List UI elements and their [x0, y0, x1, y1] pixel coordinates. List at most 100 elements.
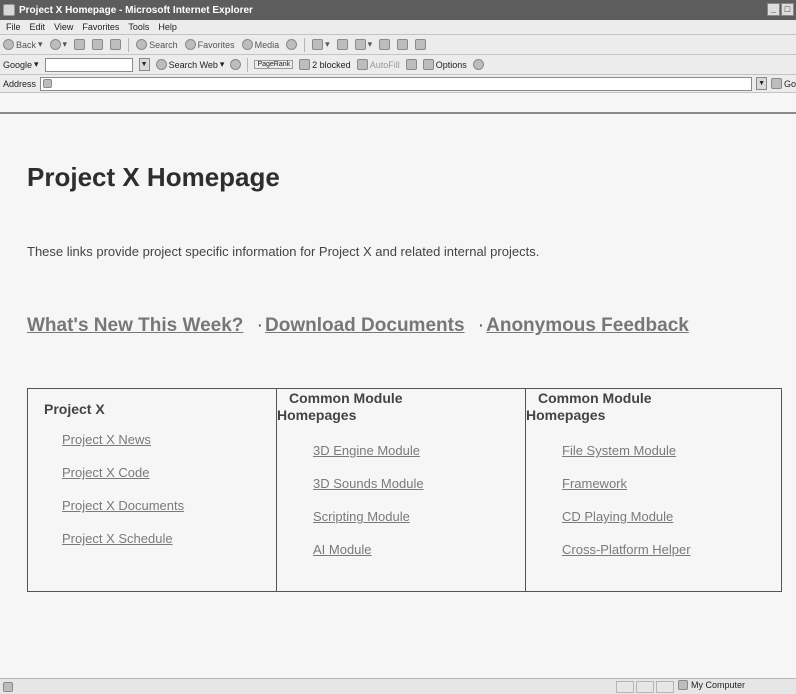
binoculars-icon: [155, 59, 167, 70]
menu-view[interactable]: View: [54, 22, 73, 32]
address-input[interactable]: [40, 76, 753, 91]
list-item: Scripting Module: [313, 509, 424, 542]
mail-button[interactable]: ▾: [312, 39, 330, 50]
cd-playing-module-link[interactable]: CD Playing Module: [562, 509, 673, 524]
link-list: Project X News Project X Code Project X …: [62, 432, 184, 564]
edit-button[interactable]: ▾: [354, 39, 372, 50]
home-icon[interactable]: [110, 39, 122, 50]
back-button[interactable]: Back ▾: [3, 39, 43, 50]
ie-app-icon: [3, 4, 15, 16]
maximize-button[interactable]: □: [781, 3, 794, 16]
page-viewport: Project X Homepage These links provide p…: [0, 112, 796, 678]
window-controls: _ □: [767, 3, 794, 16]
primary-nav: What's New This Week? · Download Document…: [27, 315, 689, 337]
minimize-button[interactable]: _: [767, 3, 780, 16]
common-modules-column-1: Common Module Homepages 3D Engine Module…: [277, 389, 526, 591]
page-icon: [43, 79, 53, 88]
standard-toolbar: Back ▾ ▾ Search Favorites Media ▾ ▾: [0, 35, 796, 55]
list-item: File System Module: [562, 443, 691, 476]
autofill-button[interactable]: AutoFill: [356, 59, 400, 70]
whats-new-link[interactable]: What's New This Week?: [27, 315, 243, 336]
zone-label: My Computer: [691, 680, 746, 690]
project-x-documents-link[interactable]: Project X Documents: [62, 498, 184, 513]
back-arrow-icon: [3, 39, 14, 50]
toolbar-divider: [128, 37, 130, 52]
pencil-icon[interactable]: [472, 59, 484, 70]
menu-edit[interactable]: Edit: [30, 22, 46, 32]
link-list: 3D Engine Module 3D Sounds Module Script…: [313, 443, 424, 575]
print-icon[interactable]: [336, 39, 348, 50]
search-icon: [136, 39, 148, 50]
3d-engine-module-link[interactable]: 3D Engine Module: [313, 443, 420, 458]
project-x-schedule-link[interactable]: Project X Schedule: [62, 531, 173, 546]
refresh-icon[interactable]: [92, 39, 104, 50]
google-toolbar: Google ▾ ▼ Search Web ▾ PageRank 2 blocke…: [0, 55, 796, 75]
address-label: Address: [3, 78, 37, 89]
nav-separator: ·: [256, 315, 263, 336]
list-item: Cross-Platform Helper: [562, 542, 691, 575]
list-item: Project X Code: [62, 465, 184, 498]
forward-button[interactable]: ▾: [49, 39, 67, 50]
3d-sounds-module-link[interactable]: 3D Sounds Module: [313, 476, 424, 491]
toolbar-divider: [247, 57, 249, 72]
download-documents-link[interactable]: Download Documents: [265, 315, 465, 336]
list-item: 3D Sounds Module: [313, 476, 424, 509]
search-web-button[interactable]: Search Web ▾: [155, 59, 224, 70]
link-list: File System Module Framework CD Playing …: [562, 443, 691, 575]
column-heading: Common Module Homepages: [277, 390, 403, 423]
address-dropdown[interactable]: ▼: [756, 77, 767, 90]
list-item: Project X Documents: [62, 498, 184, 531]
discuss-icon[interactable]: [379, 39, 391, 50]
menu-favorites[interactable]: Favorites: [82, 22, 119, 32]
anonymous-feedback-link[interactable]: Anonymous Feedback: [486, 315, 689, 336]
mail-icon: [312, 39, 324, 50]
google-search-input[interactable]: [44, 57, 133, 72]
toolbar-divider: [304, 37, 306, 52]
project-x-column: Project X Project X News Project X Code …: [28, 389, 277, 591]
go-button[interactable]: Go: [770, 78, 796, 89]
highlight-icon[interactable]: [405, 59, 417, 70]
scripting-module-link[interactable]: Scripting Module: [313, 509, 410, 524]
intro-text: These links provide project specific inf…: [27, 244, 540, 259]
ai-module-link[interactable]: AI Module: [313, 542, 372, 557]
messenger-icon[interactable]: [415, 39, 427, 50]
menu-file[interactable]: File: [6, 22, 21, 32]
framework-link[interactable]: Framework: [562, 476, 627, 491]
nav-separator: ·: [477, 315, 485, 336]
popup-blocker-button[interactable]: 2 blocked: [299, 59, 351, 70]
research-icon[interactable]: [397, 39, 409, 50]
menu-help[interactable]: Help: [158, 22, 177, 32]
cross-platform-helper-link[interactable]: Cross-Platform Helper: [562, 542, 691, 557]
options-icon: [422, 59, 434, 70]
status-pane: [636, 681, 654, 693]
computer-icon: [678, 680, 688, 690]
window-title: Project X Homepage - Microsoft Internet …: [19, 4, 253, 16]
history-icon[interactable]: [286, 39, 298, 50]
stop-icon[interactable]: [74, 39, 86, 50]
popup-blocker-icon: [299, 59, 311, 70]
media-button[interactable]: Media: [241, 39, 279, 50]
search-site-icon[interactable]: [230, 59, 242, 70]
address-bar: Address ▼ Go: [0, 75, 796, 93]
options-button[interactable]: Options: [422, 59, 467, 70]
list-item: 3D Engine Module: [313, 443, 424, 476]
list-item: Project X Schedule: [62, 531, 184, 564]
page-status-icon: [3, 681, 13, 692]
file-system-module-link[interactable]: File System Module: [562, 443, 676, 458]
google-logo-button[interactable]: Google ▾: [3, 59, 39, 70]
media-icon: [241, 39, 253, 50]
favorites-button[interactable]: Favorites: [184, 39, 235, 50]
project-links-table: Project X Project X News Project X Code …: [27, 388, 782, 592]
list-item: Project X News: [62, 432, 184, 465]
google-search-dropdown[interactable]: ▼: [138, 58, 150, 71]
status-pane: [656, 681, 674, 693]
project-x-news-link[interactable]: Project X News: [62, 432, 151, 447]
menu-tools[interactable]: Tools: [128, 22, 149, 32]
column-heading: Common Module Homepages: [526, 390, 652, 423]
project-x-code-link[interactable]: Project X Code: [62, 465, 149, 480]
star-icon: [184, 39, 196, 50]
list-item: CD Playing Module: [562, 509, 691, 542]
pagerank-indicator[interactable]: PageRank: [254, 60, 294, 69]
search-button[interactable]: Search: [136, 39, 178, 50]
column-heading: Project X: [44, 401, 105, 417]
